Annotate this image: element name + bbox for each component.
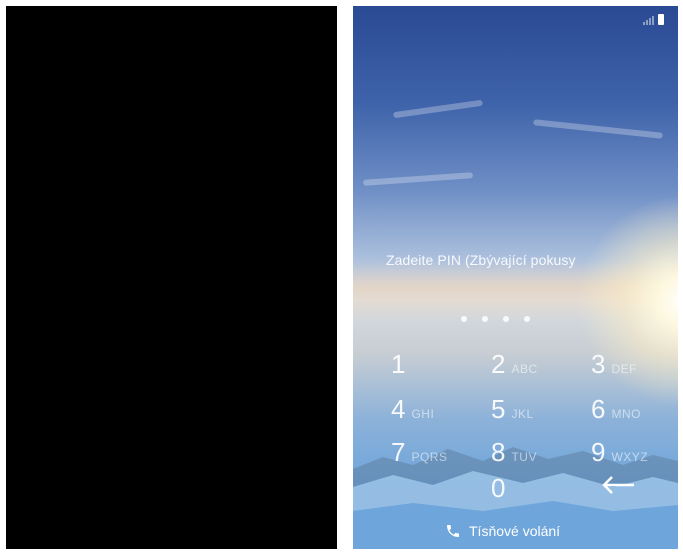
key-0[interactable]: 0	[491, 468, 505, 508]
key-digit: 6	[591, 394, 606, 424]
key-letters: DEF	[611, 362, 637, 376]
signal-icon	[643, 15, 654, 25]
key-digit: 7	[391, 437, 406, 467]
key-3[interactable]: 3 DEF	[591, 344, 637, 384]
phone-screen-off	[6, 6, 337, 549]
key-5[interactable]: 5 JKL	[491, 389, 534, 429]
key-digit: 8	[491, 437, 506, 467]
phone-icon	[447, 525, 459, 537]
key-letters: WXYZ	[611, 450, 649, 464]
emergency-call-label: Tísňové volání	[469, 523, 561, 539]
key-letters: PQRS	[411, 450, 448, 464]
backspace-arrow-icon[interactable]	[598, 470, 638, 500]
key-letters: MNO	[611, 407, 641, 421]
key-digit: 9	[591, 437, 606, 467]
key-letters: TUV	[511, 450, 537, 464]
pin-dot	[524, 316, 530, 322]
key-digit: 4	[391, 394, 406, 424]
pin-dot	[482, 316, 488, 322]
battery-icon	[658, 14, 664, 25]
key-digit: 3	[591, 349, 606, 379]
pin-dot	[461, 316, 467, 322]
key-2[interactable]: 2 ABC	[491, 344, 538, 384]
key-4[interactable]: 4 GHI	[391, 389, 434, 429]
pin-prompt: Zadeite PIN (Zbývající pokusy	[386, 252, 576, 268]
key-digit: 5	[491, 394, 506, 424]
cloud-streak	[362, 172, 474, 186]
key-digit: 2	[491, 349, 506, 379]
key-7[interactable]: 7 PQRS	[391, 432, 447, 472]
key-digit: 0	[491, 473, 506, 503]
sun-glow	[563, 181, 678, 421]
key-digit: 1	[391, 349, 406, 379]
pin-dot	[503, 316, 509, 322]
status-bar	[643, 14, 664, 25]
key-letters: ABC	[511, 362, 538, 376]
emergency-call-button[interactable]: Tísňové volání	[445, 523, 560, 539]
pin-entry-indicator	[461, 316, 530, 322]
lock-screen: Zadeite PIN (Zbývající pokusy 1 2 ABC 3 DEF 4…	[353, 6, 678, 549]
key-8[interactable]: 8 TUV	[491, 432, 537, 472]
key-6[interactable]: 6 MNO	[591, 389, 641, 429]
key-1[interactable]: 1	[391, 344, 405, 384]
cloud-streak	[393, 99, 483, 119]
key-9[interactable]: 9 WXYZ	[591, 432, 648, 472]
key-letters: GHI	[411, 407, 435, 421]
key-letters: JKL	[511, 407, 534, 421]
cloud-streak	[533, 119, 663, 139]
